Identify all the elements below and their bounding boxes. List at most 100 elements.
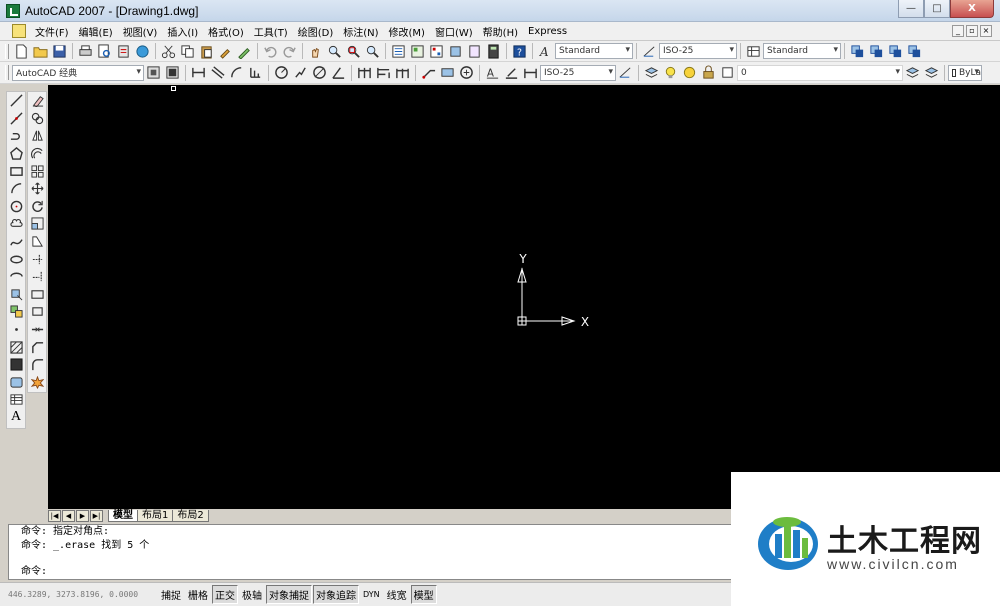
selection-grip[interactable] xyxy=(171,86,176,91)
menu-file[interactable]: 文件(F) xyxy=(30,24,74,39)
save-workspace-icon[interactable] xyxy=(165,65,181,81)
toolbar-grip[interactable] xyxy=(5,43,9,59)
erase-icon[interactable] xyxy=(28,92,46,110)
menu-window[interactable]: 窗口(W) xyxy=(430,24,478,39)
dim-style-select[interactable]: ISO-25 xyxy=(659,43,737,59)
snap-toggle[interactable]: 捕捉 xyxy=(158,585,184,604)
tab-layout1[interactable]: 布局1 xyxy=(137,509,174,522)
extend-icon[interactable] xyxy=(28,268,46,286)
menu-express[interactable]: Express xyxy=(523,26,572,37)
design-center-icon[interactable] xyxy=(410,43,426,59)
dim-edit-icon[interactable]: A xyxy=(485,65,501,81)
new-icon[interactable] xyxy=(14,43,30,59)
layer-color-icon[interactable] xyxy=(720,65,736,81)
linetype-select[interactable]: ByLa xyxy=(948,64,982,81)
help-icon[interactable]: ? xyxy=(512,43,528,59)
scale-icon[interactable] xyxy=(28,215,46,233)
lineweight-toggle[interactable]: 线宽 xyxy=(384,585,410,604)
open-icon[interactable] xyxy=(33,43,49,59)
menu-format[interactable]: 格式(O) xyxy=(203,24,249,39)
table-style-select[interactable]: Standard xyxy=(763,43,841,59)
revision-cloud-icon[interactable] xyxy=(7,215,25,233)
maximize-button[interactable]: □ xyxy=(924,0,950,18)
menu-draw[interactable]: 绘图(D) xyxy=(293,24,339,39)
3d-dwf-icon[interactable] xyxy=(135,43,151,59)
dim-radius-icon[interactable] xyxy=(274,65,290,81)
move-icon[interactable] xyxy=(28,180,46,198)
dim-aligned-icon[interactable] xyxy=(210,65,226,81)
ortho-toggle[interactable]: 正交 xyxy=(212,585,238,604)
ellipse-arc-icon[interactable] xyxy=(7,268,25,286)
menu-help[interactable]: 帮助(H) xyxy=(478,24,523,39)
viewport-2-icon[interactable] xyxy=(869,43,885,59)
dim-style-icon[interactable] xyxy=(642,43,658,59)
undo-icon[interactable] xyxy=(263,43,279,59)
polygon-icon[interactable] xyxy=(7,145,25,163)
viewport-3-icon[interactable] xyxy=(888,43,904,59)
dim-style-select-2[interactable]: ISO-25 xyxy=(540,64,616,81)
doc-restore-button[interactable]: ▫ xyxy=(966,25,978,37)
circle-icon[interactable] xyxy=(7,198,25,216)
calculator-icon[interactable] xyxy=(486,43,502,59)
zoom-previous-icon[interactable] xyxy=(365,43,381,59)
layer-manager-icon[interactable] xyxy=(644,65,660,81)
dim-ordinate-icon[interactable] xyxy=(248,65,264,81)
insert-block-icon[interactable] xyxy=(7,286,25,304)
polar-toggle[interactable]: 极轴 xyxy=(239,585,265,604)
plot-preview-icon[interactable] xyxy=(97,43,113,59)
fillet-icon[interactable] xyxy=(28,356,46,374)
tab-model[interactable]: 模型 xyxy=(108,509,138,522)
dim-arc-icon[interactable] xyxy=(229,65,245,81)
ellipse-icon[interactable] xyxy=(7,250,25,268)
dim-style-manager-icon[interactable] xyxy=(618,65,634,81)
dim-angular-icon[interactable] xyxy=(331,65,347,81)
multiline-text-tool[interactable]: A xyxy=(7,409,25,427)
block-editor-icon[interactable] xyxy=(237,43,253,59)
menu-dimension[interactable]: 标注(N) xyxy=(338,24,383,39)
viewport-4-icon[interactable] xyxy=(907,43,923,59)
layer-on-icon[interactable] xyxy=(663,65,679,81)
trim-icon[interactable] xyxy=(28,250,46,268)
chamfer-icon[interactable] xyxy=(28,338,46,356)
layer-freeze-icon[interactable] xyxy=(682,65,698,81)
match-properties-icon[interactable] xyxy=(218,43,234,59)
tab-last-button[interactable]: ▶| xyxy=(90,509,103,522)
properties-icon[interactable] xyxy=(391,43,407,59)
mirror-icon[interactable] xyxy=(28,127,46,145)
sheet-set-icon[interactable] xyxy=(448,43,464,59)
markup-icon[interactable] xyxy=(467,43,483,59)
tab-prev-button[interactable]: ◀ xyxy=(62,509,75,522)
stretch-icon[interactable] xyxy=(28,233,46,251)
rectangle-icon[interactable] xyxy=(7,162,25,180)
menu-modify[interactable]: 修改(M) xyxy=(384,24,430,39)
rotate-icon[interactable] xyxy=(28,198,46,216)
save-icon[interactable] xyxy=(52,43,68,59)
quick-leader-icon[interactable] xyxy=(421,65,437,81)
zoom-realtime-icon[interactable] xyxy=(327,43,343,59)
zoom-window-icon[interactable] xyxy=(346,43,362,59)
region-icon[interactable] xyxy=(7,374,25,392)
make-block-icon[interactable] xyxy=(7,303,25,321)
layer-previous-icon[interactable] xyxy=(924,65,940,81)
dim-linear-icon[interactable] xyxy=(191,65,207,81)
tolerance-icon[interactable] xyxy=(440,65,456,81)
tab-first-button[interactable]: |◀ xyxy=(48,509,61,522)
doc-minimize-button[interactable]: _ xyxy=(952,25,964,37)
dim-diameter-icon[interactable] xyxy=(312,65,328,81)
workspace-select[interactable]: AutoCAD 经典 xyxy=(12,64,144,81)
dyn-toggle[interactable]: DYN xyxy=(360,588,383,601)
dim-baseline-icon[interactable] xyxy=(376,65,392,81)
menu-view[interactable]: 视图(V) xyxy=(118,24,163,39)
menu-insert[interactable]: 插入(I) xyxy=(162,24,203,39)
close-button[interactable]: X xyxy=(950,0,994,18)
document-icon[interactable] xyxy=(12,24,26,38)
print-icon[interactable] xyxy=(78,43,94,59)
paste-icon[interactable] xyxy=(199,43,215,59)
break-at-point-icon[interactable] xyxy=(28,286,46,304)
polyline-icon[interactable] xyxy=(7,127,25,145)
autocad-app-icon[interactable] xyxy=(6,3,20,18)
tab-layout2[interactable]: 布局2 xyxy=(172,509,209,522)
publish-icon[interactable] xyxy=(116,43,132,59)
tab-next-button[interactable]: ▶ xyxy=(76,509,89,522)
point-icon[interactable] xyxy=(7,321,25,339)
